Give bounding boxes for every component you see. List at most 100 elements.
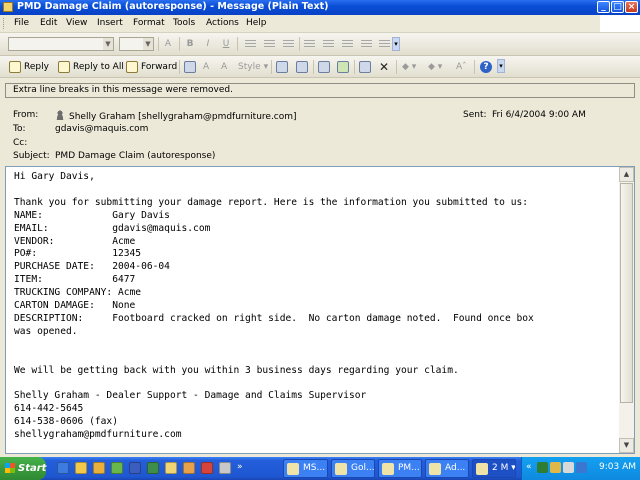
app-icon[interactable] xyxy=(183,462,195,474)
bullets-icon[interactable] xyxy=(304,40,315,48)
toolbar-options-icon[interactable]: ▾ xyxy=(392,37,400,51)
insert-line-icon[interactable] xyxy=(379,40,390,48)
info-bar[interactable]: Extra line breaks in this message were r… xyxy=(5,83,635,98)
outlook-icon[interactable] xyxy=(75,462,87,474)
font-size-icon: Aˆ xyxy=(456,61,467,72)
vertical-scrollbar[interactable]: ▲ ▼ xyxy=(619,167,634,453)
volume-icon[interactable] xyxy=(563,462,574,473)
align-right-icon[interactable] xyxy=(283,40,294,48)
underline-icon[interactable]: U xyxy=(219,37,233,51)
taskbar: Start » MS... Gol... PM... Ad... 2 M ▾ «… xyxy=(0,457,640,480)
task-ad[interactable]: Ad... xyxy=(425,459,469,478)
previous-item-button[interactable]: ◆ ▾ xyxy=(402,58,416,75)
quicklaunch-chevron-icon[interactable]: » xyxy=(237,462,243,472)
minimize-button[interactable]: _ xyxy=(597,1,610,13)
scroll-up-icon[interactable]: ▲ xyxy=(619,167,634,182)
toolbar-options-icon[interactable]: ▾ xyxy=(497,59,505,73)
task-ms[interactable]: MS... xyxy=(283,459,328,478)
bold-icon[interactable]: B xyxy=(183,37,197,51)
encoding-button[interactable] xyxy=(276,58,288,75)
increase-indent-icon[interactable] xyxy=(361,40,372,48)
font-color-button[interactable]: A xyxy=(203,58,209,75)
task-gol[interactable]: Gol... xyxy=(331,459,375,478)
folder-icon[interactable] xyxy=(93,462,105,474)
word-icon[interactable] xyxy=(129,462,141,474)
maximize-button[interactable]: □ xyxy=(611,1,624,13)
scroll-down-icon[interactable]: ▼ xyxy=(619,438,634,453)
contacts-button[interactable] xyxy=(337,58,349,75)
chevron-down-icon: ▼ xyxy=(143,38,153,50)
italic-icon[interactable]: I xyxy=(201,37,215,51)
align-left-icon[interactable] xyxy=(245,40,256,48)
forward-button[interactable]: Forward xyxy=(126,58,177,75)
font-size-dropdown[interactable]: ▼ xyxy=(119,37,154,51)
toolbar-grip[interactable] xyxy=(3,18,7,29)
start-button[interactable]: Start xyxy=(0,457,46,480)
task-label: MS... xyxy=(303,463,326,473)
scrollbar-thumb[interactable] xyxy=(620,183,633,403)
to-value[interactable]: gdavis@maquis.com xyxy=(55,124,148,134)
menu-insert[interactable]: Insert xyxy=(97,18,123,28)
delete-button[interactable]: ✕ xyxy=(378,58,390,75)
messenger-icon[interactable] xyxy=(576,462,587,473)
menu-bar: File Edit View Insert Format Tools Actio… xyxy=(0,15,640,33)
forward-label: Forward xyxy=(141,61,178,72)
task-group-outlook[interactable]: 2 M ▾ xyxy=(472,459,516,478)
task-app-icon xyxy=(382,463,394,475)
toolbar-separator xyxy=(299,37,300,51)
ie-icon[interactable] xyxy=(57,462,69,474)
task-pm[interactable]: PM... xyxy=(378,459,422,478)
from-label: From: xyxy=(13,110,39,120)
move-to-folder-button[interactable] xyxy=(359,58,371,75)
task-label: PM... xyxy=(398,463,420,473)
task-label: Ad... xyxy=(445,463,466,473)
decrease-indent-icon[interactable] xyxy=(342,40,353,48)
numbering-icon[interactable] xyxy=(323,40,334,48)
message-body-text[interactable]: Hi Gary Davis, Thank you for submitting … xyxy=(14,171,612,442)
from-field[interactable]: Shelly Graham [shellygraham@pmdfurniture… xyxy=(55,110,297,122)
misc-icon[interactable] xyxy=(219,462,231,474)
font-size-increase-button[interactable]: Aˆ xyxy=(456,58,467,75)
toolbar-separator xyxy=(354,60,355,74)
network-icon[interactable] xyxy=(537,462,548,473)
align-center-icon[interactable] xyxy=(264,40,275,48)
close-button[interactable]: × xyxy=(625,1,638,13)
menu-edit[interactable]: Edit xyxy=(40,18,57,28)
tray-expand-icon[interactable]: « xyxy=(526,462,532,472)
menu-tools[interactable]: Tools xyxy=(173,18,195,28)
move-icon xyxy=(359,60,371,73)
tool-icon[interactable] xyxy=(201,462,213,474)
subject-label: Subject: xyxy=(13,151,50,161)
printer-icon xyxy=(184,60,196,73)
reply-button[interactable]: Reply xyxy=(9,58,49,75)
explorer-icon[interactable] xyxy=(165,462,177,474)
toolbar-separator xyxy=(179,37,180,51)
security-icon[interactable] xyxy=(550,462,561,473)
flag-button[interactable] xyxy=(296,58,308,75)
menu-file[interactable]: File xyxy=(14,18,29,28)
categories-button[interactable] xyxy=(318,58,330,75)
categories-icon xyxy=(318,60,330,73)
reply-all-button[interactable]: Reply to All xyxy=(58,58,124,75)
to-label: To: xyxy=(13,124,26,134)
print-button[interactable] xyxy=(184,58,196,75)
help-button[interactable]: ? xyxy=(480,58,492,75)
font-color-icon[interactable]: A xyxy=(161,37,175,51)
style-dropdown[interactable]: Style ▾ xyxy=(238,58,268,75)
next-item-button[interactable]: ◆ ▾ xyxy=(428,58,442,75)
menu-format[interactable]: Format xyxy=(133,18,165,28)
help-icon: ? xyxy=(480,60,492,73)
down-arrow-icon: ◆ ▾ xyxy=(428,61,443,72)
style-button[interactable]: A xyxy=(221,58,227,75)
menu-help[interactable]: Help xyxy=(246,18,267,28)
media-player-icon[interactable] xyxy=(111,462,123,474)
excel-icon[interactable] xyxy=(147,462,159,474)
style-label: Style xyxy=(238,61,261,72)
font-name-dropdown[interactable]: ▼ xyxy=(8,37,114,51)
reply-label: Reply xyxy=(24,61,49,72)
message-body-pane[interactable]: Hi Gary Davis, Thank you for submitting … xyxy=(5,166,635,454)
menu-view[interactable]: View xyxy=(66,18,87,28)
task-app-icon xyxy=(476,463,488,475)
menu-actions[interactable]: Actions xyxy=(206,18,239,28)
from-value: Shelly Graham [shellygraham@pmdfurniture… xyxy=(69,112,297,122)
